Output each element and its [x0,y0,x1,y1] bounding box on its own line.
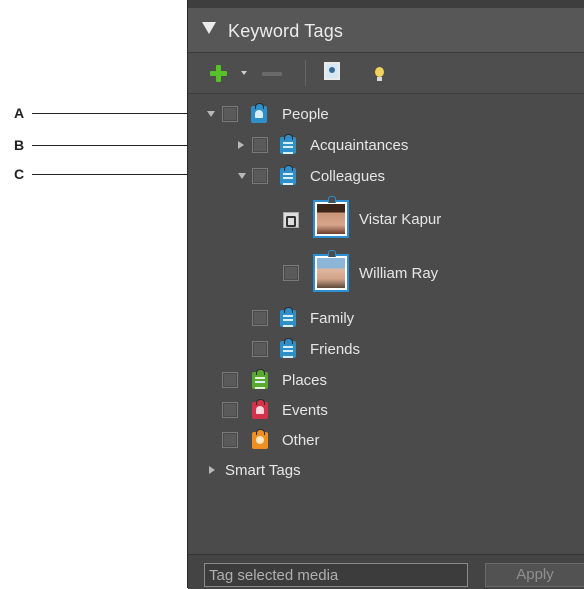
events-tag-icon [252,399,268,419]
acquaintances-checkbox[interactable] [252,137,268,153]
friends-checkbox[interactable] [252,341,268,357]
tree-item-william-ray[interactable]: William Ray [188,250,584,296]
panel-header[interactable]: Keyword Tags [188,8,584,53]
william-checkbox[interactable] [283,265,299,281]
tree-item-label: Places [282,372,328,389]
callout-c-label: C [14,166,25,182]
tree-item-label: Colleagues [310,168,386,185]
avatar [313,250,349,292]
family-tag-icon [280,307,296,327]
tree-item-label: Events [282,402,328,419]
other-checkbox[interactable] [222,432,238,448]
tag-tree: People Acquaintances Colleagues Vistar K… [188,94,584,554]
family-checkbox[interactable] [252,310,268,326]
other-tag-icon [252,429,268,449]
find-binoculars-icon[interactable] [283,212,299,228]
tag-pin-icon [328,196,336,203]
tree-item-places[interactable]: Places [188,368,584,392]
people-tag-icon [251,103,267,123]
plus-icon[interactable] [210,65,227,82]
tag-pin-icon [328,250,336,257]
collapse-triangle-icon[interactable] [202,22,216,34]
callout-b-label: B [14,137,25,153]
acquaintances-tag-icon [280,134,296,154]
tree-item-events[interactable]: Events [188,398,584,422]
tree-item-colleagues[interactable]: Colleagues [188,164,584,188]
tag-selected-media-input[interactable] [204,563,468,587]
panel-title: Keyword Tags [228,21,344,41]
tree-item-people[interactable]: People [188,102,584,126]
callout-a-label: A [14,105,25,121]
friends-tag-icon [280,338,296,358]
tag-bottom-bar: Apply [188,554,584,589]
tree-item-family[interactable]: Family [188,306,584,330]
lightbulb-icon[interactable] [375,67,384,81]
tree-item-label: Friends [310,341,361,358]
tree-item-label: William Ray [359,265,439,282]
places-tag-icon [252,369,268,389]
places-checkbox[interactable] [222,372,238,388]
tree-item-label: Vistar Kapur [359,211,442,228]
tree-item-label: Acquaintances [310,137,409,154]
minus-icon[interactable] [262,72,282,76]
tree-item-label: People [282,106,329,123]
people-checkbox[interactable] [222,106,238,122]
tree-item-label: Smart Tags [225,462,301,479]
tree-item-smart-tags[interactable]: Smart Tags [188,458,584,482]
expand-triangle-icon[interactable] [209,466,215,474]
tags-toolbar [188,53,584,94]
photo-icon[interactable] [324,62,340,80]
tree-item-vistar-kapur[interactable]: Vistar Kapur [188,196,584,240]
keyword-tags-panel: Keyword Tags People Acquaintances Collea… [187,0,584,589]
panel-top-bar [188,0,584,8]
tree-item-friends[interactable]: Friends [188,337,584,361]
colleagues-tag-icon [280,165,296,185]
expand-triangle-icon[interactable] [207,111,215,117]
expand-triangle-icon[interactable] [238,141,244,149]
caret-down-icon[interactable] [241,71,247,75]
tree-item-acquaintances[interactable]: Acquaintances [188,133,584,157]
tree-item-other[interactable]: Other [188,428,584,452]
apply-button[interactable]: Apply [485,563,584,587]
expand-triangle-icon[interactable] [238,173,246,179]
toolbar-separator [305,60,306,86]
tree-item-label: Other [282,432,320,449]
colleagues-checkbox[interactable] [252,168,268,184]
events-checkbox[interactable] [222,402,238,418]
avatar [313,196,349,238]
tree-item-label: Family [310,310,355,327]
